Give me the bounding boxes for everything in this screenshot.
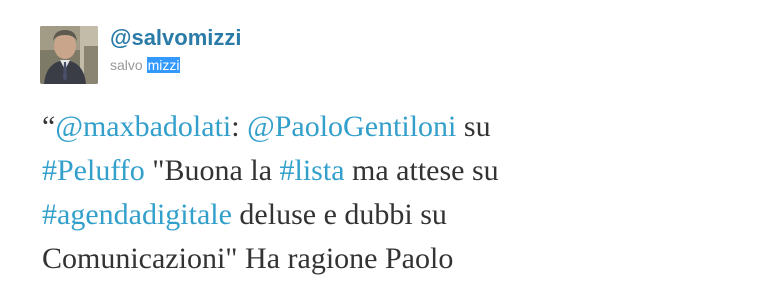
text-ma-attese-su: ma attese su <box>344 154 499 187</box>
open-quote: “ <box>42 110 56 143</box>
hashtag-lista[interactable]: #lista <box>280 154 345 187</box>
mention-paologentiloni[interactable]: @PaoloGentiloni <box>247 110 456 143</box>
avatar-photo <box>40 26 98 84</box>
avatar[interactable] <box>40 26 98 84</box>
tweet-card: @salvomizzi salvo mizzi “@maxbadolati: @… <box>0 0 767 287</box>
first-name: salvo <box>110 57 143 73</box>
hashtag-peluffo[interactable]: #Peluffo <box>42 154 145 187</box>
screen-name-link[interactable]: @salvomizzi <box>110 24 242 52</box>
hashtag-agendadigitale[interactable]: #agendadigitale <box>42 198 232 231</box>
text-comunicazioni: Comunicazioni" Ha ragione Paolo <box>42 242 454 275</box>
text-colon: : <box>231 110 248 143</box>
user-info: @salvomizzi salvo mizzi <box>110 24 242 73</box>
full-name: salvo mizzi <box>110 57 242 73</box>
last-name-selected: mizzi <box>146 57 181 73</box>
text-deluse: deluse e dubbi su <box>231 198 447 231</box>
text-buona-la: "Buona la <box>144 154 280 187</box>
tweet-text: “@maxbadolati: @PaoloGentiloni su #Peluff… <box>42 105 742 281</box>
mention-maxbadolati[interactable]: @maxbadolati <box>55 110 231 143</box>
text-su: su <box>456 110 491 143</box>
